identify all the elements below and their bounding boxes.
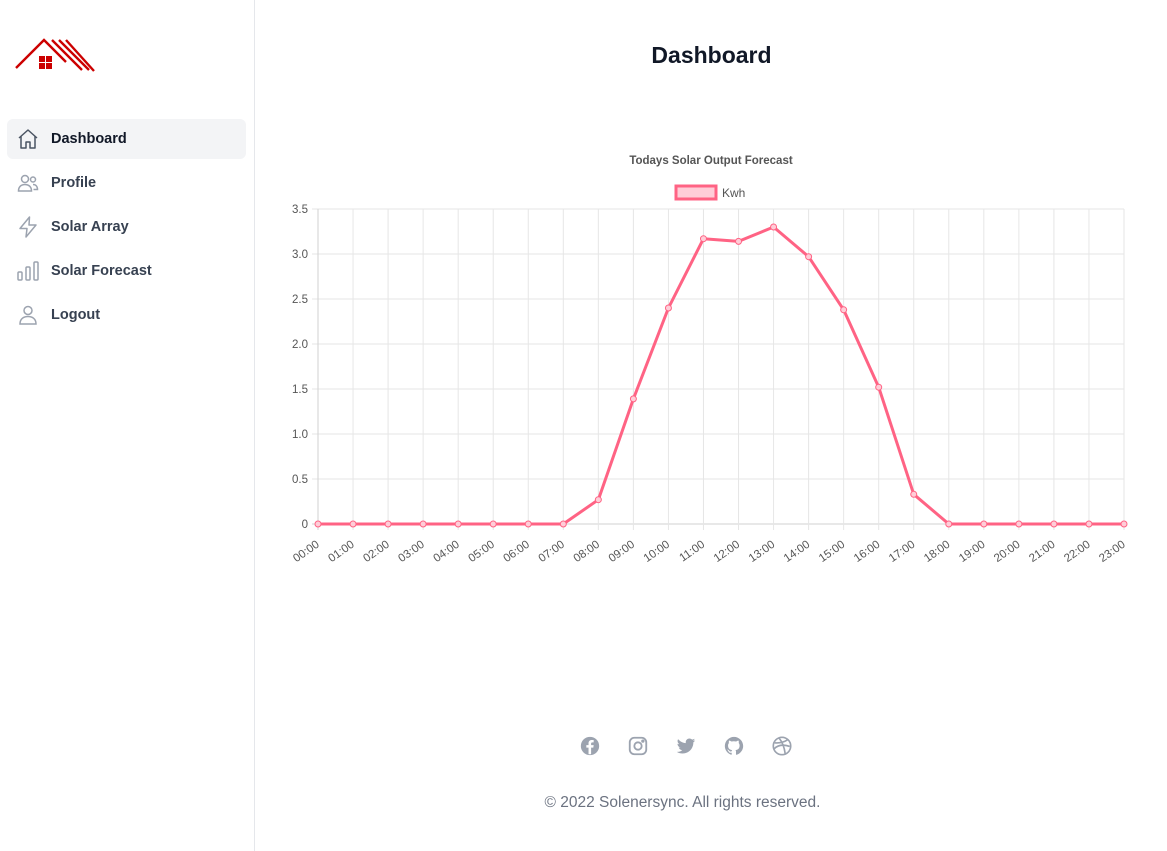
x-tick-label: 09:00 [607, 539, 637, 565]
x-tick-label: 17:00 [887, 539, 917, 565]
logo[interactable] [14, 34, 96, 76]
sidebar-item-solar-forecast[interactable]: Solar Forecast [7, 251, 246, 291]
y-axis: 0 0.5 1.0 1.5 2.0 2.5 3.0 3.5 [292, 204, 308, 531]
x-tick-label: 20:00 [992, 539, 1022, 565]
x-tick-label: 06:00 [502, 539, 532, 565]
data-point[interactable] [664, 304, 672, 312]
x-tick-label: 02:00 [361, 539, 391, 565]
twitter-icon[interactable] [675, 735, 699, 759]
data-point[interactable] [875, 383, 883, 391]
main-content: Dashboard Todays Solar Output Forecast K… [256, 0, 1167, 851]
x-tick-label: 03:00 [396, 539, 426, 565]
x-tick-label: 16:00 [852, 539, 882, 565]
x-tick-label: 23:00 [1097, 539, 1127, 565]
y-tick-label: 3.0 [292, 249, 308, 261]
home-icon [16, 127, 40, 151]
data-point[interactable] [314, 520, 322, 528]
chart-canvas: Todays Solar Output Forecast Kwh 0 0.5 1.0… [291, 155, 1128, 565]
data-point[interactable] [945, 520, 953, 528]
y-tick-label: 3.5 [292, 204, 308, 216]
data-point[interactable] [840, 306, 848, 314]
legend-swatch [674, 184, 718, 201]
sidebar-item-solar-array[interactable]: Solar Array [7, 207, 246, 247]
data-point[interactable] [770, 223, 778, 231]
sidebar: Dashboard Profile Solar Array Solar Fore… [0, 0, 255, 851]
data-point[interactable] [559, 520, 567, 528]
x-tick-label: 00:00 [291, 539, 321, 565]
sidebar-item-dashboard[interactable]: Dashboard [7, 119, 246, 159]
y-tick-label: 2.5 [292, 294, 308, 306]
x-tick-label: 08:00 [572, 539, 602, 565]
chart-title: Todays Solar Output Forecast [629, 155, 793, 167]
x-tick-label: 18:00 [922, 539, 952, 565]
chart-series [314, 223, 1128, 528]
data-point[interactable] [489, 520, 497, 528]
x-tick-label: 10:00 [642, 539, 672, 565]
data-point[interactable] [805, 253, 813, 261]
legend-label: Kwh [722, 186, 745, 200]
facebook-icon[interactable] [579, 735, 603, 759]
data-point[interactable] [349, 520, 357, 528]
x-tick-label: 05:00 [466, 539, 496, 565]
data-point[interactable] [524, 520, 532, 528]
sidebar-item-profile[interactable]: Profile [7, 163, 246, 203]
github-icon[interactable] [723, 735, 747, 759]
lightning-icon [16, 215, 40, 239]
data-point[interactable] [454, 520, 462, 528]
sidebar-item-logout[interactable]: Logout [7, 295, 246, 335]
sidebar-item-label: Logout [51, 307, 101, 323]
data-point[interactable] [594, 496, 602, 504]
y-tick-label: 0 [302, 519, 308, 531]
x-tick-label: 04:00 [431, 539, 461, 565]
data-point[interactable] [980, 520, 988, 528]
data-point[interactable] [1120, 520, 1128, 528]
x-tick-label: 07:00 [537, 539, 567, 565]
x-tick-label: 15:00 [817, 539, 847, 565]
x-tick-label: 21:00 [1027, 539, 1057, 565]
data-point[interactable] [629, 395, 637, 403]
sidebar-item-label: Profile [51, 175, 97, 191]
y-tick-label: 1.0 [292, 429, 308, 441]
dribbble-icon[interactable] [771, 735, 795, 759]
copyright: © 2022 Solenersync. All rights reserved. [544, 794, 821, 811]
y-tick-label: 0.5 [292, 474, 308, 486]
x-tick-label: 22:00 [1062, 539, 1092, 565]
sidebar-item-label: Solar Forecast [51, 263, 152, 279]
sidebar-item-label: Solar Array [51, 219, 129, 235]
sidebar-nav: Dashboard Profile Solar Array Solar Fore… [7, 119, 246, 339]
instagram-icon[interactable] [627, 735, 651, 759]
sidebar-item-label: Dashboard [51, 131, 127, 147]
y-tick-label: 1.5 [292, 384, 308, 396]
data-point[interactable] [384, 520, 392, 528]
data-point[interactable] [699, 235, 707, 243]
data-point[interactable] [1015, 520, 1023, 528]
data-point[interactable] [1085, 520, 1093, 528]
users-icon [16, 171, 40, 195]
house-logo-icon [15, 38, 95, 72]
social-links [256, 735, 1167, 759]
chart-grid [312, 208, 1125, 530]
x-tick-label: 01:00 [326, 539, 356, 565]
x-tick-label: 14:00 [782, 539, 812, 565]
bar-chart-icon [16, 259, 40, 283]
x-tick-label: 19:00 [957, 539, 987, 565]
y-tick-label: 2.0 [292, 339, 308, 351]
data-point[interactable] [735, 237, 743, 245]
data-point[interactable] [419, 520, 427, 528]
x-axis: 00:00 01:00 02:00 03:00 04:00 05:00 06:00 07:00… [291, 539, 1127, 565]
x-tick-label: 11:00 [677, 539, 707, 565]
data-point[interactable] [1050, 520, 1058, 528]
data-point[interactable] [910, 490, 918, 498]
x-tick-label: 12:00 [712, 539, 742, 565]
x-tick-label: 13:00 [747, 539, 777, 565]
user-icon [16, 303, 40, 327]
chart-legend[interactable]: Kwh [674, 184, 745, 201]
